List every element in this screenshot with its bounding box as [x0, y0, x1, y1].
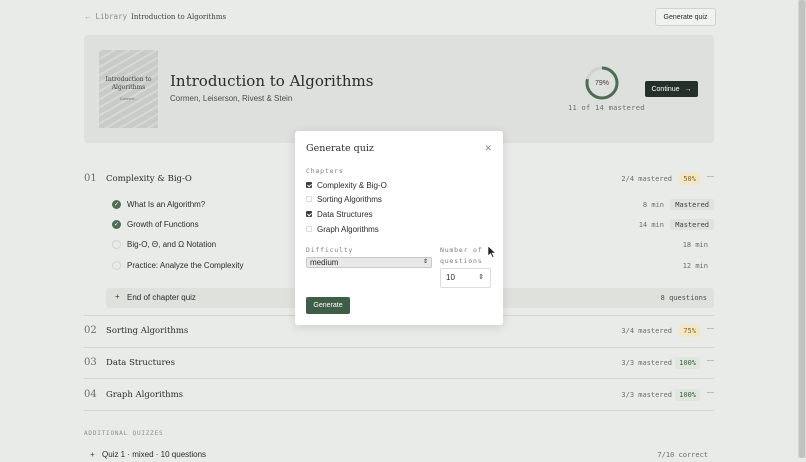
checkbox-label: Graph Algorithms — [317, 224, 379, 234]
checkbox[interactable] — [306, 211, 312, 217]
chapter-checkbox-item[interactable]: Sorting Algorithms — [306, 193, 382, 205]
checkbox[interactable] — [306, 182, 312, 188]
chapter-checkbox-item[interactable]: Graph Algorithms — [306, 223, 379, 235]
checkbox[interactable] — [306, 196, 312, 202]
scrollbar[interactable] — [798, 0, 806, 458]
checkbox-label: Sorting Algorithms — [317, 194, 382, 204]
checkbox-label: Data Structures — [317, 209, 373, 219]
chapter-checkbox-item[interactable]: Data Structures — [306, 208, 373, 220]
mouse-cursor-icon — [488, 246, 496, 258]
stepper-icon[interactable]: ⇕ — [478, 269, 484, 287]
select-arrows-icon: ⇕ — [422, 259, 428, 265]
scrollbar-thumb[interactable] — [799, 0, 805, 458]
difficulty-label: Difficulty — [306, 246, 354, 254]
chapters-label: Chapters — [306, 167, 344, 175]
generate-button[interactable]: Generate — [306, 297, 350, 314]
num-questions-label-line2: questions — [440, 257, 483, 265]
num-questions-label-line1: Number of — [440, 246, 483, 254]
dialog-title: Generate quiz — [306, 143, 374, 154]
generate-quiz-dialog: Generate quiz ✕ Chapters Complexity & Bi… — [295, 131, 503, 325]
chapter-checkbox-item[interactable]: Complexity & Big-O — [306, 179, 387, 191]
num-questions-value: 10 — [446, 273, 455, 282]
checkbox-label: Complexity & Big-O — [317, 180, 387, 190]
difficulty-value: medium — [310, 258, 339, 267]
num-questions-input[interactable]: 10 ⇕ — [440, 268, 491, 288]
close-icon[interactable]: ✕ — [484, 143, 492, 154]
difficulty-select[interactable]: medium ⇕ — [306, 257, 432, 268]
checkbox[interactable] — [306, 226, 312, 232]
